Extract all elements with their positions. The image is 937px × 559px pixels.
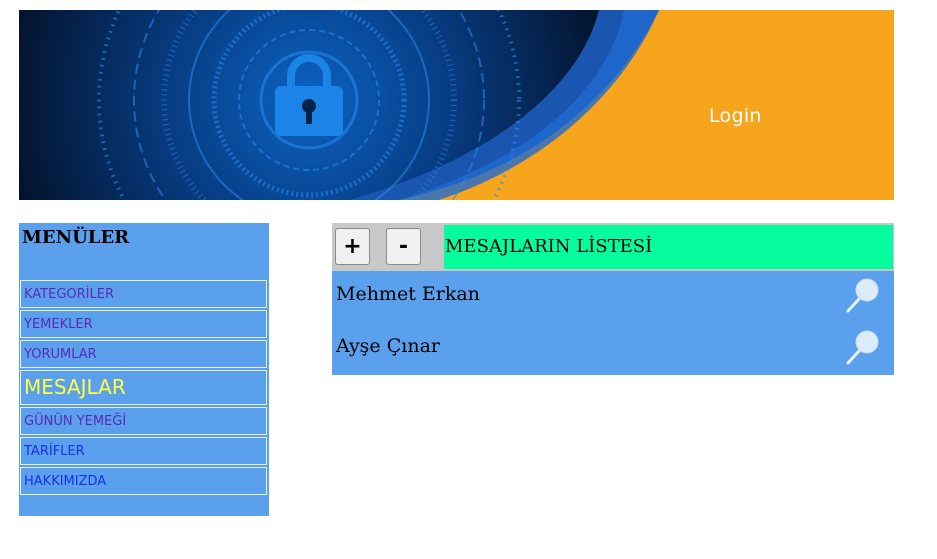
login-link[interactable]: Login xyxy=(709,105,762,127)
message-row: Mehmet Erkan xyxy=(332,271,894,323)
message-row: Ayşe Çınar xyxy=(332,323,894,375)
messages-panel: + - MESAJLARIN LİSTESİ Mehmet Erkan Ayşe… xyxy=(332,223,894,375)
banner-image xyxy=(19,10,659,200)
menu-item-gunun-yemegi[interactable]: GÜNÜN YEMEĞİ xyxy=(20,407,267,435)
menu-item-kategoriler[interactable]: KATEGORİLER xyxy=(20,280,267,308)
search-icon[interactable] xyxy=(844,327,882,367)
search-icon[interactable] xyxy=(844,275,882,315)
menu-item-yemekler[interactable]: YEMEKLER xyxy=(20,310,267,338)
menu-item-mesajlar[interactable]: MESAJLAR xyxy=(20,370,267,405)
message-sender: Mehmet Erkan xyxy=(336,283,480,305)
menu-item-tarifler[interactable]: TARİFLER xyxy=(20,437,267,465)
remove-button[interactable]: - xyxy=(386,228,421,265)
message-sender: Ayşe Çınar xyxy=(336,335,440,357)
menu-item-yorumlar[interactable]: YORUMLAR xyxy=(20,340,267,368)
sidebar-title: MENÜLER xyxy=(22,227,130,248)
messages-title: MESAJLARIN LİSTESİ xyxy=(444,225,893,269)
messages-header: + - MESAJLARIN LİSTESİ xyxy=(332,223,894,271)
sidebar-menu: MENÜLER KATEGORİLER YEMEKLER YORUMLAR ME… xyxy=(19,223,269,516)
add-button[interactable]: + xyxy=(335,228,370,265)
menu-item-hakkimizda[interactable]: HAKKIMIZDA xyxy=(20,467,267,495)
menu-list: KATEGORİLER YEMEKLER YORUMLAR MESAJLAR G… xyxy=(20,280,268,497)
header-banner: Login xyxy=(19,10,894,200)
messages-list: Mehmet Erkan Ayşe Çınar xyxy=(332,271,894,375)
